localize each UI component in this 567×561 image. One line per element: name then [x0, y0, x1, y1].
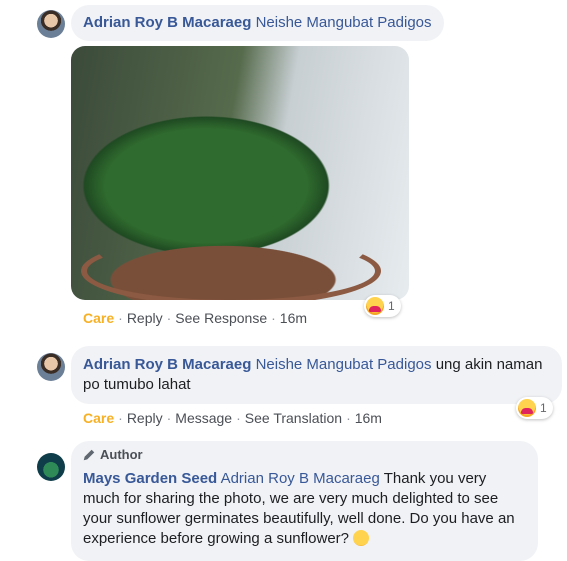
- photo-pot: [81, 236, 381, 300]
- care-button[interactable]: Care: [83, 310, 114, 326]
- comment-author[interactable]: Mays Garden Seed: [83, 470, 217, 487]
- timestamp[interactable]: 16m: [280, 310, 307, 326]
- care-reaction-icon: [518, 399, 536, 417]
- reply-link[interactable]: Reply: [127, 410, 163, 426]
- avatar[interactable]: [37, 453, 65, 481]
- tagged-user[interactable]: Neishe Mangubat Padigos: [256, 356, 432, 373]
- see-response-link[interactable]: See Response: [175, 310, 267, 326]
- care-reaction-icon: [366, 297, 384, 315]
- see-translation-link[interactable]: See Translation: [245, 410, 342, 426]
- reply-link[interactable]: Reply: [127, 310, 163, 326]
- comment-actions: Care · Reply · See Response · 16m: [83, 310, 308, 326]
- timestamp[interactable]: 16m: [355, 410, 382, 426]
- reaction-count[interactable]: 1: [516, 397, 553, 419]
- message-link[interactable]: Message: [175, 410, 232, 426]
- tagged-user[interactable]: Neishe Mangubat Padigos: [256, 14, 432, 31]
- comment-photo[interactable]: [71, 46, 409, 300]
- comment-author[interactable]: Adrian Roy B Macaraeg: [83, 356, 251, 373]
- comment-author[interactable]: Adrian Roy B Macaraeg: [83, 14, 251, 31]
- tagged-user[interactable]: Adrian Roy B Macaraeg: [221, 470, 380, 487]
- author-badge: Author: [82, 447, 143, 462]
- smile-emoji-icon: [353, 530, 370, 546]
- reaction-count[interactable]: 1: [364, 295, 401, 317]
- care-button[interactable]: Care: [83, 410, 114, 426]
- comment-bubble: Adrian Roy B Macaraeg Neishe Mangubat Pa…: [71, 5, 444, 41]
- pencil-icon: [83, 449, 95, 460]
- avatar[interactable]: [37, 353, 65, 381]
- comment-bubble: Adrian Roy B Macaraeg Neishe Mangubat Pa…: [71, 346, 562, 404]
- avatar[interactable]: [37, 10, 65, 38]
- comment-actions: Care · Reply · Message · See Translation · 16m: [83, 410, 382, 426]
